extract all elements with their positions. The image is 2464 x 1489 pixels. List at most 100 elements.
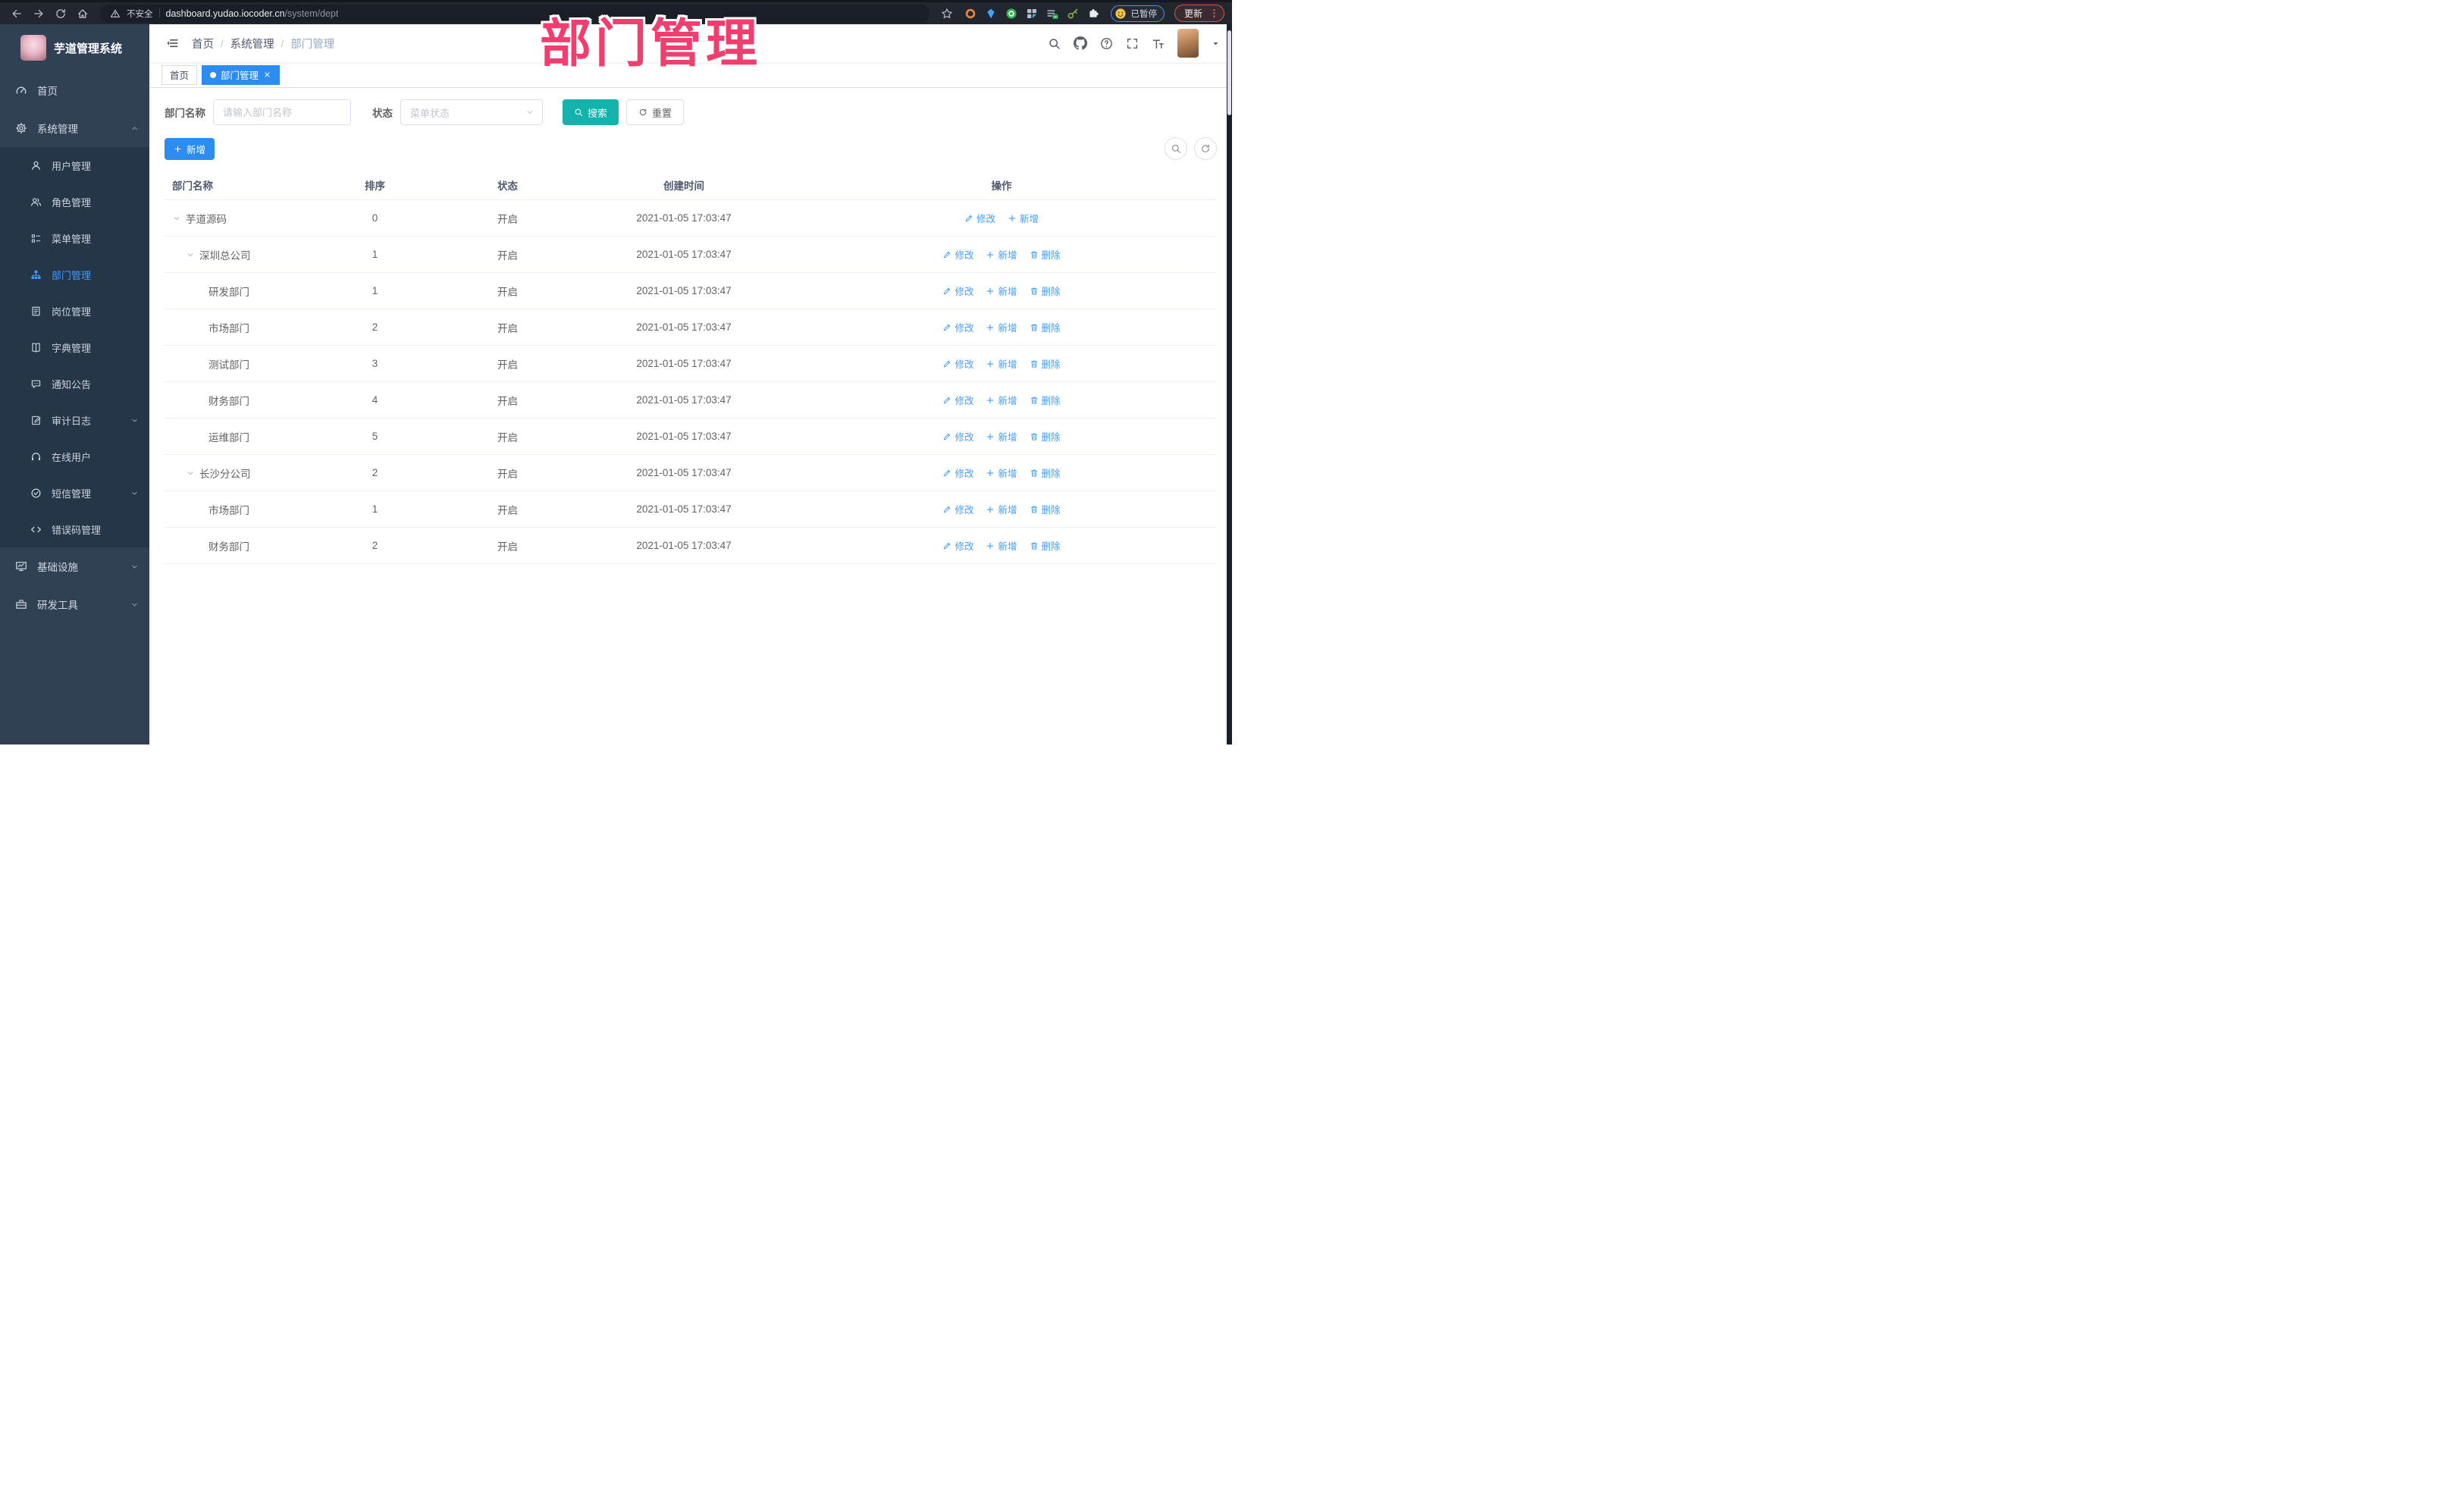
sidebar-item-system[interactable]: 系统管理 (0, 109, 149, 147)
sidebar-item-online-user[interactable]: 在线用户 (0, 438, 149, 475)
github-icon[interactable] (1074, 36, 1087, 50)
sidebar-item-label: 短信管理 (52, 487, 92, 500)
add-action-link[interactable]: 新增 (1008, 211, 1039, 225)
address-bar[interactable]: 不安全 dashboard.yudao.iocoder.cn/system/de… (100, 4, 930, 23)
chevron-down-icon[interactable] (1212, 39, 1220, 48)
sidebar-item-menu[interactable]: 菜单管理 (0, 220, 149, 256)
delete-action-link[interactable]: 删除 (1030, 284, 1061, 298)
delete-action-link[interactable]: 删除 (1030, 320, 1061, 334)
bookmark-star-icon[interactable] (938, 5, 956, 23)
edit-action-link[interactable]: 修改 (942, 320, 973, 334)
browser-home-button[interactable] (74, 5, 92, 23)
font-size-icon[interactable] (1152, 37, 1165, 50)
book-icon (30, 342, 42, 353)
add-action-link[interactable]: 新增 (986, 429, 1017, 444)
add-action-link[interactable]: 新增 (986, 393, 1017, 407)
browser-update-button[interactable]: 更新 (1174, 5, 1224, 22)
ext-shield-icon[interactable] (964, 7, 977, 20)
sidebar-item-dept[interactable]: 部门管理 (0, 256, 149, 293)
sidebar-item-sms[interactable]: 短信管理 (0, 475, 149, 511)
edit-action-link[interactable]: 修改 (942, 393, 973, 407)
tab-home[interactable]: 首页 (161, 64, 198, 85)
add-button[interactable]: 新增 (165, 137, 215, 160)
tree-expand-arrow[interactable] (186, 469, 195, 478)
add-action-link[interactable]: 新增 (986, 284, 1017, 298)
refresh-table-button[interactable] (1194, 137, 1217, 160)
plus-icon (174, 145, 182, 153)
chevron-down-icon (130, 416, 139, 425)
edit-action-link[interactable]: 修改 (942, 538, 973, 553)
browser-reload-button[interactable] (52, 5, 70, 23)
ext-check-icon[interactable] (1005, 7, 1018, 20)
sidebar-item-user[interactable]: 用户管理 (0, 147, 149, 183)
add-action-link[interactable]: 新增 (986, 466, 1017, 480)
ext-key-icon[interactable] (1066, 7, 1080, 20)
status-select[interactable]: 菜单状态 (400, 99, 543, 125)
delete-action-link[interactable]: 删除 (1030, 247, 1061, 262)
cell-status: 开启 (497, 286, 518, 298)
browser-forward-button[interactable] (30, 5, 48, 23)
delete-action-link[interactable]: 删除 (1030, 502, 1061, 516)
fullscreen-icon[interactable] (1126, 37, 1139, 50)
edit-action-link[interactable]: 修改 (964, 211, 995, 225)
cell-status: 开启 (497, 431, 518, 444)
sidebar-collapse-button[interactable] (163, 34, 181, 52)
delete-action-link[interactable]: 删除 (1030, 356, 1061, 371)
edit-action-link[interactable]: 修改 (942, 429, 973, 444)
delete-action-link[interactable]: 删除 (1030, 466, 1061, 480)
cell-status: 开启 (497, 322, 518, 334)
sidebar-item-role[interactable]: 角色管理 (0, 183, 149, 220)
sidebar-logo[interactable]: 芋道管理系统 (0, 24, 149, 71)
delete-action-link[interactable]: 删除 (1030, 429, 1061, 444)
add-action-link[interactable]: 新增 (986, 502, 1017, 516)
avatar[interactable] (1177, 29, 1199, 58)
extensions-puzzle-icon[interactable] (1086, 7, 1100, 20)
scrollbar-thumb[interactable] (1227, 30, 1231, 115)
kebab-menu-icon[interactable] (1208, 8, 1220, 19)
cell-actions: 修改 新增 删除 (786, 502, 1217, 516)
sidebar-item-error-code[interactable]: 错误码管理 (0, 511, 149, 547)
app-header: 首页 / 系统管理 / 部门管理 (149, 24, 1232, 62)
sidebar: 芋道管理系统 首页 系统管理 用户管理 角色管理 菜单管理 部门管理 岗位管理字典管理通知公… (0, 24, 149, 744)
breadcrumb-item[interactable]: 首页 (192, 36, 214, 52)
cell-dept-name: 运维部门 (165, 429, 316, 444)
sidebar-item-label: 审计日志 (52, 415, 92, 427)
search-icon[interactable] (1048, 37, 1061, 50)
tree-expand-arrow[interactable] (186, 250, 195, 259)
sidebar-item-audit-log[interactable]: 审计日志 (0, 402, 149, 438)
delete-action-link[interactable]: 删除 (1030, 393, 1061, 407)
add-action-link[interactable]: 新增 (986, 538, 1017, 553)
sidebar-item-dict[interactable]: 字典管理 (0, 329, 149, 365)
sidebar-item-post[interactable]: 岗位管理 (0, 293, 149, 329)
table-row: 深圳总公司 1 开启 2021-01-05 17:03:47 修改 新增 删除 (165, 237, 1217, 273)
ext-gem-icon[interactable] (984, 7, 998, 20)
profile-paused-badge[interactable]: 已暂停 (1111, 5, 1165, 22)
sidebar-item-notice[interactable]: 通知公告 (0, 365, 149, 402)
chevron-down-icon (525, 108, 534, 117)
toggle-search-button[interactable] (1165, 137, 1187, 160)
ext-proxy-icon[interactable]: on (1045, 7, 1059, 20)
dept-name-input[interactable] (213, 99, 351, 125)
add-action-link[interactable]: 新增 (986, 247, 1017, 262)
edit-action-link[interactable]: 修改 (942, 284, 973, 298)
delete-action-link[interactable]: 删除 (1030, 538, 1061, 553)
close-icon[interactable] (263, 71, 271, 79)
add-action-link[interactable]: 新增 (986, 356, 1017, 371)
sidebar-item-label: 字典管理 (52, 342, 92, 354)
tree-expand-arrow[interactable] (172, 214, 181, 223)
edit-action-link[interactable]: 修改 (942, 247, 973, 262)
add-action-link[interactable]: 新增 (986, 320, 1017, 334)
sidebar-item-infra[interactable]: 基础设施 (0, 547, 149, 585)
edit-action-link[interactable]: 修改 (942, 466, 973, 480)
tab-dept[interactable]: 部门管理 (202, 64, 281, 85)
edit-action-link[interactable]: 修改 (942, 356, 973, 371)
browser-back-button[interactable] (8, 5, 26, 23)
ext-grid-icon[interactable] (1025, 7, 1039, 20)
sidebar-item-dev-tools[interactable]: 研发工具 (0, 585, 149, 623)
help-icon[interactable] (1100, 37, 1113, 50)
breadcrumb-item[interactable]: 系统管理 (230, 36, 274, 52)
sidebar-item-home[interactable]: 首页 (0, 71, 149, 109)
search-button[interactable]: 搜索 (563, 99, 619, 125)
edit-action-link[interactable]: 修改 (942, 502, 973, 516)
reset-button[interactable]: 重置 (626, 99, 685, 125)
